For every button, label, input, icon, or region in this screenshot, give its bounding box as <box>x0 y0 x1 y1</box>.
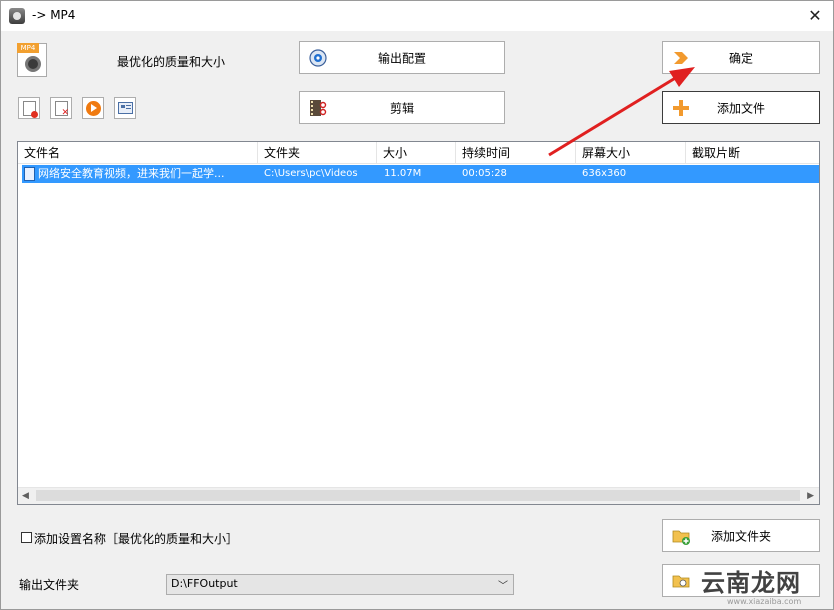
add-setting-name-checkbox[interactable] <box>21 532 32 543</box>
folder-open-icon <box>672 575 690 587</box>
close-button[interactable]: ✕ <box>797 1 833 31</box>
add-file-button[interactable]: 添加文件 <box>662 91 820 124</box>
edit-button[interactable]: 剪辑 <box>299 91 505 124</box>
row-clip <box>692 165 812 183</box>
add-file-label: 添加文件 <box>716 101 765 115</box>
column-header-resolution[interactable]: 屏幕大小 <box>576 142 686 164</box>
scrollbar-thumb[interactable] <box>36 490 800 501</box>
window-title: -> MP4 <box>32 8 76 22</box>
info-button[interactable] <box>114 97 136 119</box>
info-icon <box>118 102 133 114</box>
column-header-clip[interactable]: 截取片断 <box>686 142 819 164</box>
row-size: 11.07M <box>384 168 422 179</box>
ok-button[interactable]: 确定 <box>662 41 820 74</box>
watermark-url: www.xiazaiba.com <box>727 597 802 606</box>
app-window: -> MP4 ✕ MP4 最优化的质量和大小 输出配置 剪辑 确定 添加文件 ✕… <box>0 0 834 610</box>
ok-label: 确定 <box>728 51 753 65</box>
output-folder-value: D:\FFOutput <box>171 577 238 590</box>
edit-label: 剪辑 <box>389 101 414 115</box>
play-button[interactable] <box>82 97 104 119</box>
output-folder-select[interactable]: D:\FFOutput ﹀ <box>166 574 514 595</box>
column-header-name[interactable]: 文件名 <box>18 142 258 164</box>
horizontal-scrollbar[interactable]: ◀ ▶ <box>18 487 819 504</box>
remove-file-button[interactable] <box>18 97 40 119</box>
add-setting-name-label[interactable]: 添加设置名称［最优化的质量和大小］ <box>34 530 238 547</box>
preset-label: 最优化的质量和大小 <box>117 55 226 69</box>
output-config-button[interactable]: 输出配置 <box>299 41 505 74</box>
column-header-duration[interactable]: 持续时间 <box>456 142 576 164</box>
scroll-left-icon[interactable]: ◀ <box>22 491 29 501</box>
scroll-right-icon[interactable]: ▶ <box>807 491 814 501</box>
video-file-icon <box>24 167 35 181</box>
file-list[interactable]: 文件名 文件夹 大小 持续时间 屏幕大小 截取片断 网络安全教育视频，进来我们一… <box>17 141 820 505</box>
watermark-logo: 云南龙网 <box>701 569 801 597</box>
remove-icon <box>23 101 38 118</box>
output-config-label: 输出配置 <box>377 51 426 65</box>
column-header-size[interactable]: 大小 <box>377 142 456 164</box>
app-icon <box>9 8 25 24</box>
row-duration: 00:05:28 <box>462 168 507 179</box>
mp4-format-icon: MP4 <box>17 43 47 77</box>
table-row[interactable]: 网络安全教育视频，进来我们一起学... C:\Users\pc\Videos 1… <box>22 165 819 183</box>
add-folder-label: 添加文件夹 <box>710 529 771 543</box>
row-folder: C:\Users\pc\Videos <box>264 168 358 179</box>
clear-icon: ✕ <box>55 101 69 118</box>
play-icon <box>86 101 101 116</box>
row-resolution: 636x360 <box>582 168 627 179</box>
clear-list-button[interactable]: ✕ <box>50 97 72 119</box>
add-folder-button[interactable]: 添加文件夹 <box>662 519 820 552</box>
column-header-folder[interactable]: 文件夹 <box>258 142 377 164</box>
title-bar: -> MP4 ✕ <box>1 1 833 31</box>
file-list-header: 文件名 文件夹 大小 持续时间 屏幕大小 截取片断 <box>18 142 819 164</box>
output-folder-label: 输出文件夹 <box>19 578 80 592</box>
row-name: 网络安全教育视频，进来我们一起学... <box>38 167 225 180</box>
chevron-down-icon: ﹀ <box>498 581 508 592</box>
